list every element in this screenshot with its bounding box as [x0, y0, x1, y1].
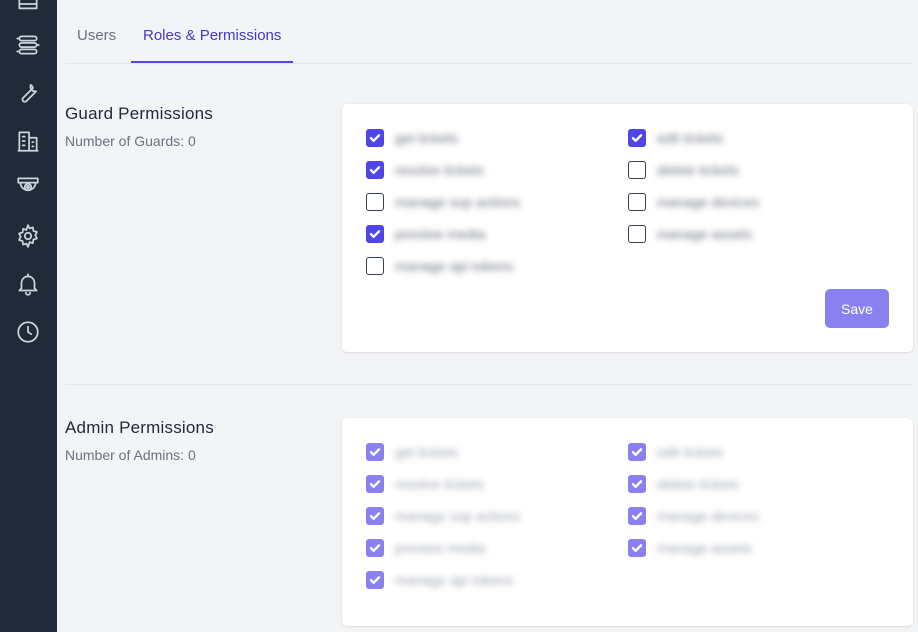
permission-label: get tickets [395, 130, 459, 146]
permission-label: delete tickets [657, 476, 739, 492]
permission-label: edit tickets [657, 444, 724, 460]
permission-checkbox[interactable] [628, 225, 646, 243]
camera-icon[interactable] [14, 173, 42, 201]
permission-label: manage sop actions [395, 194, 521, 210]
sidebar [0, 0, 57, 632]
permission-item: manage sop actions [366, 192, 520, 212]
gear-icon[interactable] [14, 222, 42, 250]
save-button[interactable]: Save [825, 289, 889, 328]
tab-roles-permissions[interactable]: Roles & Permissions [131, 0, 294, 63]
permission-item: delete tickets [628, 474, 739, 494]
tab-users[interactable]: Users [77, 0, 116, 63]
permission-checkbox [628, 507, 646, 525]
permission-item: manage api tokens [366, 570, 513, 590]
permission-checkbox [628, 539, 646, 557]
permission-label: preview media [395, 226, 486, 242]
tab-bar: Users Roles & Permissions [65, 0, 913, 64]
permission-label: manage devices [657, 194, 759, 210]
permission-item: manage assets [628, 538, 752, 558]
guard-permissions-title: Guard Permissions [65, 104, 213, 123]
permission-item: manage api tokens [366, 256, 513, 276]
permission-label: manage assets [657, 540, 752, 556]
building-icon[interactable] [14, 127, 42, 155]
permission-label: edit tickets [657, 130, 724, 146]
routes-icon[interactable] [14, 31, 42, 59]
permission-checkbox[interactable] [366, 129, 384, 147]
permission-checkbox[interactable] [366, 225, 384, 243]
permission-label: manage api tokens [395, 572, 514, 588]
clock-icon[interactable] [14, 318, 42, 346]
permission-checkbox [628, 443, 646, 461]
permission-label: delete tickets [657, 162, 739, 178]
permission-item: manage devices [628, 506, 759, 526]
bell-icon[interactable] [14, 270, 42, 298]
permission-item: resolve tickets [366, 160, 484, 180]
permission-checkbox[interactable] [366, 257, 384, 275]
permission-item: manage sop actions [366, 506, 520, 526]
permission-checkbox [366, 443, 384, 461]
permission-checkbox [366, 571, 384, 589]
permission-label: resolve tickets [395, 162, 484, 178]
tray-icon[interactable] [14, 0, 42, 18]
permission-checkbox [628, 475, 646, 493]
permission-checkbox[interactable] [628, 129, 646, 147]
permission-item: manage devices [628, 192, 759, 212]
permission-item: resolve tickets [366, 474, 484, 494]
permission-item: get tickets [366, 128, 458, 148]
guard-count: Number of Guards: 0 [65, 133, 196, 149]
admin-count: Number of Admins: 0 [65, 447, 196, 463]
admin-permissions-card: get tickets edit tickets resolve tickets de… [342, 418, 913, 626]
permission-checkbox [366, 507, 384, 525]
permission-checkbox [366, 539, 384, 557]
permission-item: preview media [366, 538, 485, 558]
section-divider [65, 384, 913, 385]
admin-permissions-title: Admin Permissions [65, 418, 214, 437]
main-content: Users Roles & Permissions Guard Permissi… [57, 0, 918, 632]
permission-label: preview media [395, 540, 486, 556]
permission-label: get tickets [395, 444, 459, 460]
permission-label: manage devices [657, 508, 759, 524]
permission-label: manage sop actions [395, 508, 521, 524]
permission-checkbox[interactable] [366, 193, 384, 211]
permission-item: preview media [366, 224, 485, 244]
permission-checkbox[interactable] [628, 193, 646, 211]
permission-item: delete tickets [628, 160, 739, 180]
permission-label: manage assets [657, 226, 752, 242]
permission-item: manage assets [628, 224, 752, 244]
permission-checkbox [366, 475, 384, 493]
permission-item: get tickets [366, 442, 458, 462]
permission-label: manage api tokens [395, 258, 514, 274]
guard-permissions-card: get tickets edit tickets resolve tickets de… [342, 104, 913, 352]
permission-item: edit tickets [628, 442, 723, 462]
permission-item: edit tickets [628, 128, 723, 148]
permission-label: resolve tickets [395, 476, 484, 492]
wrench-icon[interactable] [14, 79, 42, 107]
permission-checkbox[interactable] [366, 161, 384, 179]
permission-checkbox[interactable] [628, 161, 646, 179]
